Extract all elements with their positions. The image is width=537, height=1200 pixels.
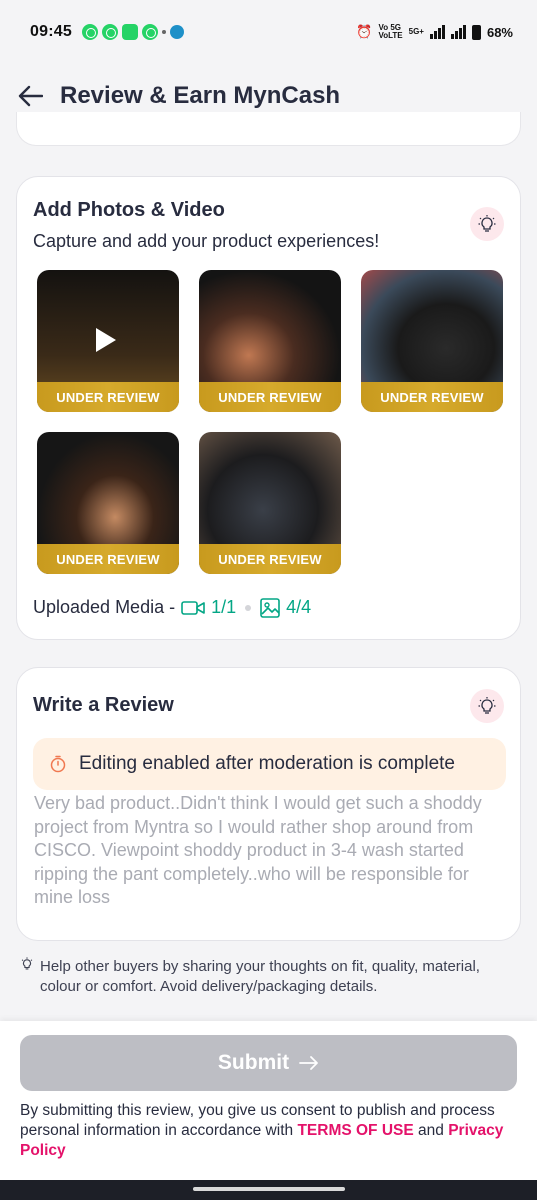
- page-title: Review & Earn MynCash: [60, 82, 341, 109]
- video-count: 1/1: [211, 597, 237, 617]
- whatsapp-icon: [141, 24, 158, 40]
- add-media-card: Add Photos & Video Capture and add your …: [16, 176, 521, 640]
- play-icon: [96, 328, 116, 352]
- tips-button[interactable]: [470, 689, 504, 723]
- write-review-card: Write a Review Editing enabled after mod…: [16, 667, 521, 941]
- image-icon: [260, 597, 280, 618]
- alarm-icon: ⏰: [356, 24, 373, 39]
- lightbulb-icon: [21, 957, 33, 970]
- signal-icon: [429, 25, 445, 39]
- review-textarea[interactable]: Very bad product..Didn't think I would g…: [34, 792, 504, 910]
- arrow-left-icon: [18, 85, 43, 107]
- app-notification-icon: [169, 25, 184, 39]
- system-nav-bar: [0, 1180, 537, 1200]
- notice-text: Editing enabled after moderation is comp…: [79, 753, 456, 774]
- status-time: 09:45: [30, 23, 72, 40]
- whatsapp-icon: [81, 24, 98, 40]
- status-badge: UNDER REVIEW: [361, 382, 503, 412]
- consent-and: and: [418, 1122, 444, 1139]
- submit-label: Submit: [217, 1051, 290, 1074]
- network-tech: 5G+: [408, 27, 424, 36]
- media-thumbnail-video[interactable]: UNDER REVIEW: [37, 270, 179, 412]
- whatsapp-icon: [101, 24, 118, 40]
- video-camera-icon: [181, 600, 205, 615]
- separator-dot: [245, 604, 252, 611]
- battery-level: 68%: [486, 24, 513, 40]
- section-subtitle: Capture and add your product experiences…: [33, 231, 380, 251]
- uploaded-label: Uploaded Media -: [33, 597, 176, 617]
- timer-icon: [50, 755, 66, 773]
- network-type: Vo 5G VoLTE: [378, 23, 403, 40]
- status-bar: 09:45 ⏰ Vo 5G VoLTE 5G+ 68%: [0, 0, 537, 64]
- media-thumbnail-photo[interactable]: UNDER REVIEW: [361, 270, 503, 412]
- home-gesture-handle[interactable]: [193, 1187, 345, 1191]
- section-title: Add Photos & Video: [33, 199, 225, 221]
- lightbulb-icon: [478, 215, 496, 232]
- consent-text: By submitting this review, you give us c…: [20, 1101, 517, 1161]
- media-thumbnail-photo[interactable]: UNDER REVIEW: [37, 432, 179, 574]
- system-status: ⏰ Vo 5G VoLTE 5G+ 68%: [356, 24, 513, 40]
- terms-of-use-link[interactable]: TERMS OF USE: [297, 1122, 413, 1139]
- previous-card-edge: [16, 112, 521, 146]
- tips-button[interactable]: [470, 207, 504, 241]
- status-badge: UNDER REVIEW: [199, 544, 341, 574]
- submit-button[interactable]: Submit: [20, 1035, 517, 1091]
- battery-icon: [471, 24, 481, 40]
- uploaded-media-summary: Uploaded Media - 1/1 4/4: [33, 597, 311, 618]
- moderation-notice: Editing enabled after moderation is comp…: [33, 738, 506, 790]
- hint-text: Help other buyers by sharing your though…: [40, 958, 480, 995]
- photo-count: 4/4: [286, 597, 312, 617]
- signal-icon: [450, 25, 466, 39]
- review-hint: Help other buyers by sharing your though…: [20, 957, 500, 996]
- bottom-bar: Submit By submitting this review, you gi…: [0, 1021, 537, 1180]
- more-notifications-icon: [161, 30, 166, 34]
- notification-icons: [81, 24, 184, 40]
- arrow-right-icon: [299, 1056, 318, 1070]
- app-notification-icon: [121, 24, 138, 40]
- status-badge: UNDER REVIEW: [37, 382, 179, 412]
- media-thumbnail-photo[interactable]: UNDER REVIEW: [199, 432, 341, 574]
- status-badge: UNDER REVIEW: [37, 544, 179, 574]
- lightbulb-icon: [478, 697, 496, 714]
- section-title: Write a Review: [33, 694, 174, 716]
- media-thumbnail-photo[interactable]: UNDER REVIEW: [199, 270, 341, 412]
- status-badge: UNDER REVIEW: [199, 382, 341, 412]
